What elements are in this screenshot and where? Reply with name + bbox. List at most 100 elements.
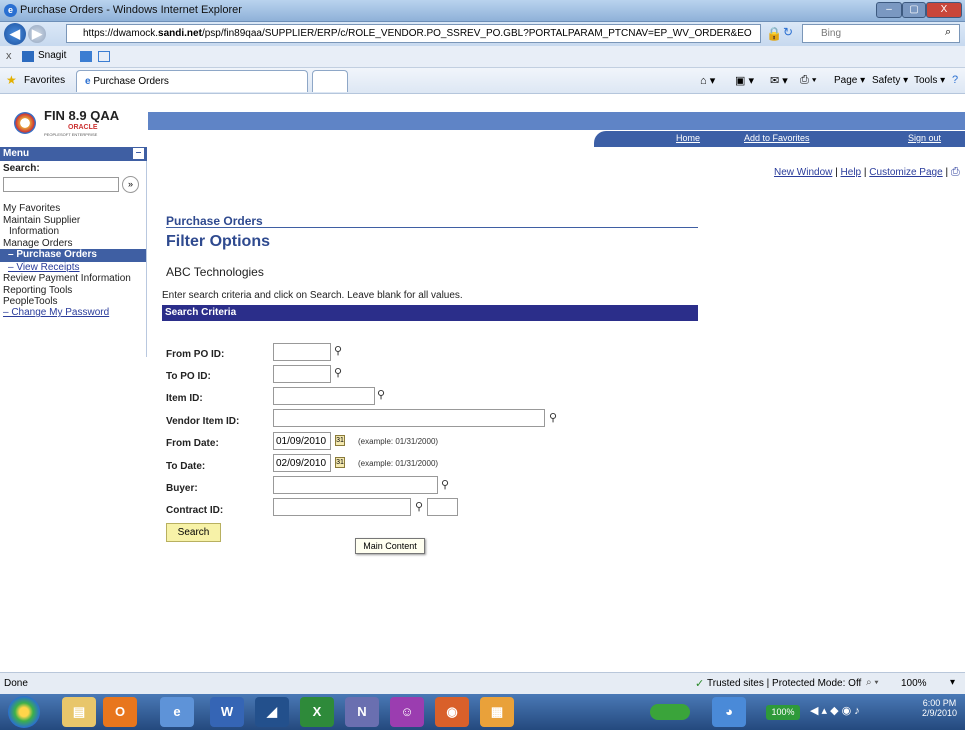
forward-button[interactable]: ▶ (28, 25, 46, 43)
sign-out-link[interactable]: Sign out (908, 133, 941, 143)
title-divider (166, 227, 698, 228)
start-button[interactable] (8, 696, 40, 728)
menu-item-my-favorites[interactable]: My Favorites (3, 203, 60, 214)
menu-item-maintain-supplier[interactable]: Maintain Supplier (3, 215, 80, 226)
excel-icon[interactable]: X (300, 697, 334, 727)
network-icon[interactable]: ◀ ▴ ◆ ◉ ♪ (810, 704, 860, 717)
buyer-input[interactable] (273, 476, 438, 494)
snagit-icon (22, 51, 34, 62)
capture-options-icon[interactable] (98, 51, 110, 62)
menu-item-purchase-orders[interactable]: – Purchase Orders (8, 249, 97, 260)
messenger-icon[interactable]: ☺ (390, 697, 424, 727)
printer-icon[interactable]: ⎙ (951, 166, 960, 178)
item-id-input[interactable] (273, 387, 375, 405)
snagit-label[interactable]: Snagit (38, 50, 66, 61)
from-date-calendar-icon[interactable]: 31 (335, 435, 345, 446)
battery-widget-icon[interactable] (650, 704, 690, 720)
from-po-input[interactable] (273, 343, 331, 361)
buyer-lookup-icon[interactable]: ⚲ (441, 478, 449, 491)
menu-search-input[interactable] (3, 177, 119, 192)
clock[interactable]: 6:00 PM 2/9/2010 (922, 698, 957, 718)
main-content-tooltip: Main Content (355, 538, 425, 554)
item-id-lookup-icon[interactable]: ⚲ (377, 388, 385, 401)
menu-item-reporting-tools[interactable]: Reporting Tools (3, 285, 72, 296)
maximize-button[interactable]: ▢ (902, 2, 926, 18)
menu-item-peopletools[interactable]: PeopleTools (3, 296, 57, 307)
buyer-label: Buyer: (166, 483, 198, 494)
help-icon[interactable]: ? (952, 74, 958, 86)
from-po-label: From PO ID: (166, 349, 225, 360)
oracle-text: ORACLE (68, 124, 98, 131)
word-icon[interactable]: W (210, 697, 244, 727)
home-link[interactable]: Home (676, 133, 700, 143)
favorites-label[interactable]: Favorites (24, 75, 65, 86)
safety-menu[interactable]: Safety ▾ (872, 75, 908, 86)
menu-item-view-receipts[interactable]: – View Receipts (8, 262, 80, 273)
app-icon[interactable]: ◢ (255, 697, 289, 727)
menu-item-change-password[interactable]: – Change My Password (3, 307, 109, 318)
zoom-level[interactable]: 100% (901, 678, 927, 689)
refresh-icon[interactable]: ↻ (783, 25, 793, 39)
search-button[interactable]: Search (166, 523, 221, 542)
battery-level[interactable]: 100% (766, 705, 800, 720)
search-input[interactable]: Bing (802, 24, 960, 43)
to-date-calendar-icon[interactable]: 31 (335, 457, 345, 468)
product-name: FIN 8.9 QAA (44, 108, 120, 123)
home-icon[interactable]: ⌂ ▾ (700, 74, 715, 87)
contract-id-line-input[interactable] (427, 498, 458, 516)
explorer-icon[interactable]: ▤ (62, 697, 96, 727)
to-date-label: To Date: (166, 461, 206, 472)
outlook-icon[interactable]: O (103, 697, 137, 727)
zoom-icon[interactable]: ⌕ ▾ (866, 677, 879, 688)
new-tab-button[interactable] (312, 70, 348, 92)
mail-icon[interactable]: ✉ ▾ (770, 74, 788, 87)
vendor-item-input[interactable] (273, 409, 545, 427)
contract-id-input[interactable] (273, 498, 411, 516)
contract-id-lookup-icon[interactable]: ⚲ (415, 500, 423, 513)
lock-icon: 🔒 (766, 26, 783, 41)
feeds-icon[interactable]: ▣ ▾ (735, 74, 754, 87)
print-icon[interactable]: ⎙ ▾ (800, 74, 816, 87)
zoom-dropdown-icon[interactable]: ▾ (950, 677, 955, 688)
toolbar-close-icon[interactable]: x (6, 50, 12, 62)
tools-menu[interactable]: Tools ▾ (914, 75, 945, 86)
menu-search-go-button[interactable]: » (122, 176, 139, 193)
link-separator: | (945, 167, 949, 178)
to-po-input[interactable] (273, 365, 331, 383)
from-po-lookup-icon[interactable]: ⚲ (334, 344, 342, 357)
tab-purchase-orders[interactable]: e Purchase Orders (76, 70, 308, 92)
close-button[interactable]: X (926, 2, 962, 18)
page-menu[interactable]: Page ▾ (834, 75, 865, 86)
address-bar[interactable]: https://dwamock.sandi.net/psp/fin89qaa/S… (66, 24, 761, 43)
security-zone[interactable]: Trusted sites | Protected Mode: Off (707, 678, 861, 689)
ie-icon: e (4, 4, 17, 17)
search-icon[interactable]: ⌕ (945, 26, 951, 39)
checkmark-icon: ✓ (695, 678, 705, 690)
menu-item-review-payment[interactable]: Review Payment Information (3, 273, 131, 284)
logo: FIN 8.9 QAA ORACLE PEOPLESOFT ENTERPRISE (8, 106, 148, 140)
peoplesoft-text: PEOPLESOFT ENTERPRISE (44, 132, 98, 137)
customize-page-link[interactable]: Customize Page (869, 167, 942, 178)
minimize-button[interactable]: – (876, 2, 902, 18)
new-window-link[interactable]: New Window (774, 167, 832, 178)
to-date-input[interactable] (273, 454, 331, 472)
vendor-item-lookup-icon[interactable]: ⚲ (549, 411, 557, 424)
link-separator: | (863, 167, 867, 178)
status-bar: Done ✓ Trusted sites | Protected Mode: O… (0, 672, 965, 694)
notification-icon[interactable]: ◕ (712, 697, 746, 727)
internet-explorer-icon[interactable]: e (160, 697, 194, 727)
menu-item-manage-orders[interactable]: Manage Orders (3, 238, 72, 249)
back-button[interactable]: ◀ (4, 23, 26, 45)
add-favorites-link[interactable]: Add to Favorites (744, 133, 810, 143)
oracle-logo-icon (14, 112, 36, 134)
onenote-icon[interactable]: N (345, 697, 379, 727)
to-po-lookup-icon[interactable]: ⚲ (334, 366, 342, 379)
favorites-star-icon[interactable]: ★ (6, 73, 17, 87)
help-link[interactable]: Help (841, 167, 862, 178)
collapse-icon[interactable]: – (133, 148, 144, 159)
from-date-input[interactable] (273, 432, 331, 450)
folder-icon[interactable]: ▦ (480, 697, 514, 727)
menu-item-information[interactable]: Information (9, 226, 59, 237)
capture-icon[interactable] (80, 51, 92, 62)
chrome-icon[interactable]: ◉ (435, 697, 469, 727)
